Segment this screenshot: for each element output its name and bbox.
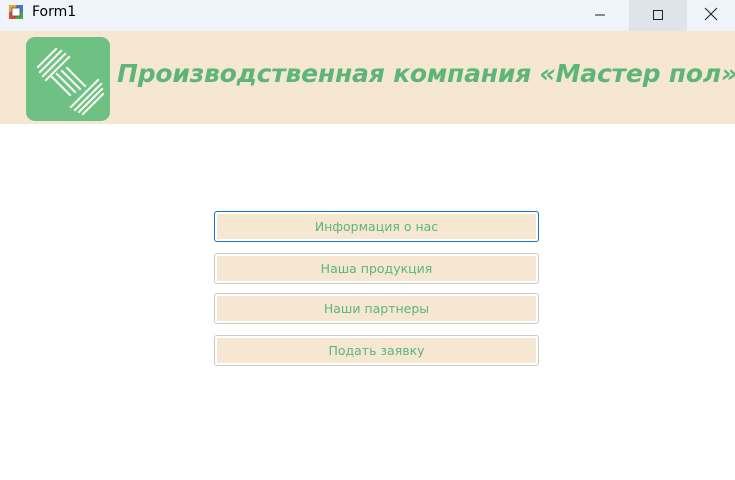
company-logo-icon [26,37,110,121]
our-partners-label: Наши партнеры [217,296,536,321]
title-bar[interactable]: Form1 [0,0,735,31]
our-products-button[interactable]: Наша продукция [214,253,539,284]
about-us-label: Информация о нас [217,214,536,239]
close-button[interactable] [687,0,735,31]
minimize-button[interactable] [571,0,629,31]
maximize-button[interactable] [629,0,687,31]
submit-request-label: Подать заявку [217,338,536,363]
our-partners-button[interactable]: Наши партнеры [214,293,539,324]
maximize-icon [652,6,664,25]
company-title: Производственная компания «Мастер пол» [117,59,735,88]
our-products-label: Наша продукция [217,256,536,281]
submit-request-button[interactable]: Подать заявку [214,335,539,366]
minimize-icon [594,6,606,25]
main-window: Form1 Производственная компания «Мастер … [0,0,735,480]
window-title: Form1 [32,4,77,20]
about-us-button[interactable]: Информация о нас [214,211,539,242]
header-banner: Производственная компания «Мастер пол» [0,31,735,124]
close-icon [704,6,718,25]
winforms-app-icon [8,4,24,20]
